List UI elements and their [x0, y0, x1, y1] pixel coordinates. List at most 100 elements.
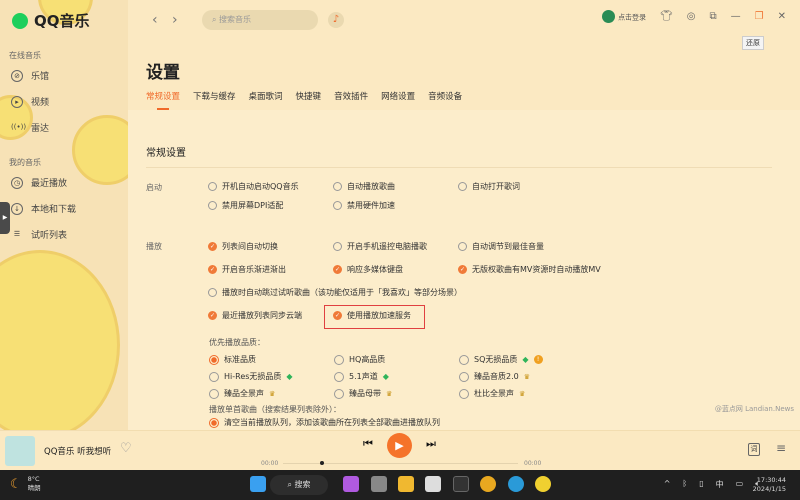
sidebar-item-trial-list[interactable]: ☰ 试听列表 — [11, 228, 67, 242]
bluetooth-icon[interactable]: ᛒ — [682, 479, 687, 490]
radio[interactable] — [459, 388, 469, 399]
checkbox[interactable] — [208, 182, 217, 191]
sidebar-item-video[interactable]: ▸ 视频 — [11, 95, 49, 108]
terminal-icon[interactable] — [453, 476, 469, 492]
checkbox-auto-lyrics[interactable]: 自动打开歌词 — [458, 181, 520, 192]
checkbox[interactable] — [333, 201, 342, 210]
checkbox-disable-hw-accel[interactable]: 禁用硬件加速 — [333, 200, 395, 211]
radio-hires[interactable]: Hi-Res无损品质 ◆ — [209, 371, 293, 382]
progress-bar[interactable] — [283, 463, 518, 464]
sidebar-item-local[interactable]: ↓ 本地和下载 — [11, 202, 76, 215]
radio[interactable] — [334, 371, 344, 382]
radio[interactable] — [209, 371, 219, 382]
checkbox-autoplay[interactable]: 自动播放歌曲 — [333, 181, 395, 192]
weather-widget[interactable]: ☾ 8°C 晴朗 — [10, 475, 41, 493]
checkbox-checked[interactable]: ✓ — [458, 265, 467, 274]
close-icon[interactable]: ✕ — [778, 11, 786, 22]
sidebar-item-radar[interactable]: ((•)) 雷达 — [11, 121, 49, 135]
sidebar-toggle-handle[interactable]: ▶ — [0, 202, 10, 234]
checkbox-disable-dpi[interactable]: 禁用屏幕DPI适配 — [208, 200, 283, 211]
radio-selected[interactable] — [209, 354, 219, 365]
sidebar-item-recent[interactable]: ◷ 最近播放 — [11, 176, 67, 189]
checkbox-checked[interactable]: ✓ — [208, 265, 217, 274]
tab-audio-plugins[interactable]: 音效插件 — [334, 90, 368, 102]
tab-network[interactable]: 网络设置 — [381, 90, 415, 102]
radio[interactable] — [209, 388, 219, 399]
login-button[interactable]: 点击登录 — [602, 10, 646, 23]
lyrics-button[interactable]: 词 — [748, 443, 760, 456]
checkbox-fade[interactable]: ✓ 开启音乐渐进渐出 — [208, 264, 286, 275]
checkbox[interactable] — [333, 242, 342, 251]
radio-dolby[interactable]: 杜比全景声 ♛ — [459, 388, 525, 399]
radio-51[interactable]: 5.1声道 ◆ — [334, 371, 389, 382]
checkbox-checked[interactable]: ✓ — [208, 242, 217, 251]
settings-icon[interactable]: ◎ — [687, 11, 696, 22]
checkbox[interactable] — [208, 288, 217, 297]
sidebar-item-yueguan[interactable]: ⊘ 乐馆 — [11, 69, 49, 82]
app-icon[interactable] — [480, 476, 496, 492]
search-input[interactable]: ⌕ 搜索音乐 — [202, 10, 318, 30]
checkbox-list-auto-switch[interactable]: ✓ 列表间自动切换 — [208, 241, 278, 252]
ime-indicator[interactable]: 中 — [716, 479, 724, 490]
radio[interactable] — [459, 371, 469, 382]
checkbox-phone-remote[interactable]: 开启手机遥控电脑播歌 — [333, 241, 427, 252]
radio-sq[interactable]: SQ无损品质 ◆! — [459, 354, 543, 365]
tab-general[interactable]: 常规设置 — [146, 90, 180, 110]
task-view-icon[interactable] — [371, 476, 387, 492]
radio-hq[interactable]: HQ高品质 — [334, 354, 385, 365]
checkbox[interactable] — [458, 242, 467, 251]
edge-icon[interactable] — [508, 476, 524, 492]
file-explorer-icon[interactable] — [398, 476, 414, 492]
radio[interactable] — [334, 354, 344, 365]
progress-knob[interactable] — [320, 461, 324, 465]
checkbox-autostart[interactable]: 开机自动启动QQ音乐 — [208, 181, 299, 192]
checkbox-sync-recent[interactable]: ✓ 最近播放列表同步云端 — [208, 310, 302, 321]
radio[interactable] — [334, 388, 344, 399]
minimize-icon[interactable]: — — [731, 11, 741, 22]
radio-replace-queue[interactable]: 清空当前播放队列，添加该歌曲所在列表全部歌曲进播放队列 — [209, 417, 440, 428]
radio-master-tape[interactable]: 臻品母带 ♛ — [334, 388, 392, 399]
play-button[interactable]: ▶ — [387, 433, 412, 458]
tab-desktop-lyrics[interactable]: 桌面歌词 — [249, 90, 283, 102]
checkbox[interactable] — [333, 182, 342, 191]
qq-music-taskbar-icon[interactable] — [535, 476, 551, 492]
clock[interactable]: 17:30:44 2024/1/15 — [753, 476, 786, 494]
checkbox-auto-mv[interactable]: ✓ 无版权歌曲有MV资源时自动播放MV — [458, 264, 601, 275]
previous-icon[interactable]: ⏮ — [363, 437, 373, 451]
radio-selected[interactable] — [209, 417, 219, 428]
tab-audio-device[interactable]: 音频设备 — [428, 90, 462, 102]
copilot-icon[interactable] — [343, 476, 359, 492]
tab-download-cache[interactable]: 下载与缓存 — [193, 90, 236, 102]
start-icon[interactable] — [250, 476, 266, 492]
album-cover[interactable] — [5, 436, 35, 466]
heart-icon[interactable]: ♡ — [120, 441, 132, 456]
playlist-icon[interactable]: ≡ — [776, 441, 786, 455]
radio-atmos[interactable]: 臻品全景声 ♛ — [209, 388, 275, 399]
checkbox[interactable] — [208, 201, 217, 210]
checkbox-skip-trial[interactable]: 播放时自动跳过试听歌曲（该功能仅适用于「我喜欢」等部分场景） — [208, 287, 462, 298]
next-icon[interactable]: ⏭ — [426, 437, 436, 451]
song-title[interactable]: QQ音乐 听我想听 — [44, 445, 111, 457]
checkbox[interactable] — [458, 182, 467, 191]
chevron-up-icon[interactable]: ^ — [664, 479, 671, 490]
restore-icon[interactable]: ❐ — [755, 11, 764, 22]
radio-master-20[interactable]: 臻品音质2.0 ♛ — [459, 371, 530, 382]
radio[interactable] — [459, 354, 469, 365]
device-icon[interactable]: ▯ — [699, 479, 703, 490]
forward-button[interactable]: › — [172, 12, 190, 28]
radio-standard[interactable]: 标准品质 — [209, 354, 256, 365]
checkbox-checked[interactable]: ✓ — [208, 311, 217, 320]
back-button[interactable]: ‹ — [152, 12, 170, 28]
checkbox-checked[interactable]: ✓ — [333, 265, 342, 274]
taskbar-search[interactable]: ⌕ 搜索 — [270, 475, 328, 495]
network-icon[interactable]: ▭ — [736, 479, 744, 490]
store-icon[interactable] — [425, 476, 441, 492]
music-recognition-button[interactable]: ♪ — [328, 12, 344, 28]
skin-icon[interactable]: 👕︎ — [660, 11, 673, 22]
checkbox-auto-volume[interactable]: 自动调节到最佳音量 — [458, 241, 544, 252]
mini-mode-icon[interactable]: ⧉ — [710, 11, 717, 22]
option-label: 自动播放歌曲 — [347, 182, 395, 191]
checkbox-media-keys[interactable]: ✓ 响应多媒体键盘 — [333, 264, 403, 275]
tab-shortcuts[interactable]: 快捷键 — [296, 90, 322, 102]
info-icon[interactable]: ! — [533, 355, 543, 364]
